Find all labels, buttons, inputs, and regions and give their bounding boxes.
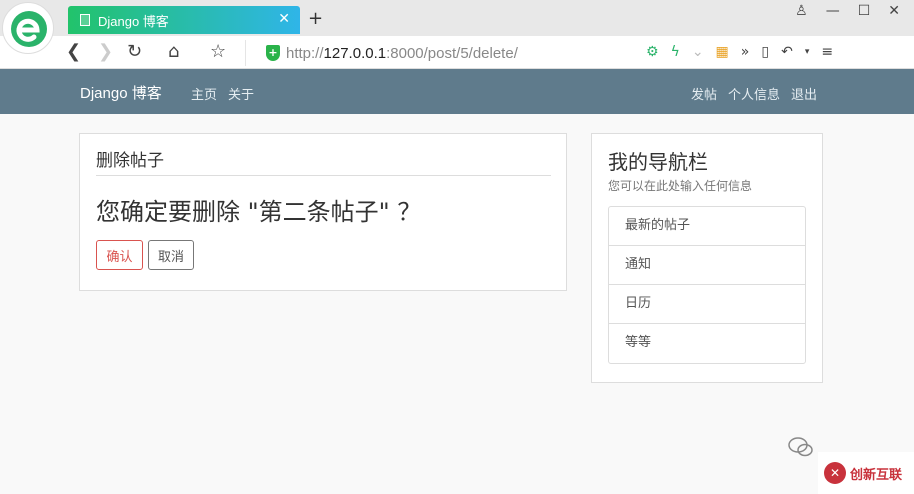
more-icon[interactable]: » [741,44,750,60]
watermark [788,436,814,458]
browser-tab[interactable]: Django 博客 ✕ [68,6,300,34]
site-navbar: Django 博客 主页 关于 发帖 个人信息 退出 [0,69,914,114]
reload-icon[interactable]: ↻ [127,42,142,62]
apps-icon[interactable]: ▦ [716,44,729,60]
nav-link-about[interactable]: 关于 [228,84,254,103]
window-controls: ♙ — ☐ ✕ [795,3,900,19]
gear-icon[interactable]: ⚙ [646,44,659,60]
confirm-button[interactable]: 确认 [96,240,143,270]
sidebar-title: 我的导航栏 [608,150,708,174]
sidebar-item-latest-posts[interactable]: 最新的帖子 [609,207,805,246]
brand-link[interactable]: Django 博客 [80,82,162,103]
address-bar[interactable]: + http://127.0.0.1:8000/post/5/delete/ [245,40,715,66]
page-title: 删除帖子 [96,146,551,176]
forward-icon[interactable]: ❯ [98,42,113,62]
new-tab-button[interactable]: + [308,8,323,29]
menu-icon[interactable]: ≡ [821,44,833,60]
sidebar-item-etc[interactable]: 等等 [609,324,805,363]
sidebar-item-notifications[interactable]: 通知 [609,246,805,285]
home-icon[interactable]: ⌂ [168,42,179,62]
nav-right: 发帖 个人信息 退出 [691,84,817,103]
star-icon[interactable]: ☆ [210,42,226,62]
toolbar-icons: ⚙ ϟ ⌄ ▦ » ▯ ↶ ▾ ≡ [646,44,833,60]
dropdown-icon[interactable]: ⌄ [692,44,704,60]
minimize-icon[interactable]: — [826,3,840,19]
watermark-logo: ✕ 创新互联 [818,452,914,494]
sidebar-subtitle: 您可以在此处输入任何信息 [608,179,753,193]
nav-link-logout[interactable]: 退出 [791,84,817,103]
sidebar-item-calendar[interactable]: 日历 [609,285,805,324]
maximize-icon[interactable]: ☐ [858,3,871,19]
sidebar-list: 最新的帖子 通知 日历 等等 [608,206,806,364]
delete-post-panel: 删除帖子 您确定要删除 "第二条帖子" ？ 确认 取消 [79,133,567,291]
wechat-icon [788,437,813,457]
sidebar-panel: 我的导航栏 您可以在此处输入任何信息 最新的帖子 通知 日历 等等 [591,133,823,383]
tab-title: Django 博客 [98,13,169,29]
back-icon[interactable]: ❮ [66,42,81,62]
url-text[interactable]: http://127.0.0.1:8000/post/5/delete/ [286,45,518,62]
reader-icon[interactable]: ▯ [761,44,769,60]
close-window-icon[interactable]: ✕ [888,3,900,19]
chevron-down-icon[interactable]: ▾ [805,47,810,57]
nav-link-new-post[interactable]: 发帖 [691,84,717,103]
nav-link-home[interactable]: 主页 [191,84,217,103]
browser-logo [2,2,54,54]
nav-link-profile[interactable]: 个人信息 [728,84,780,103]
watermark-logo-icon: ✕ [824,462,846,484]
page-icon [80,14,90,26]
lightning-icon[interactable]: ϟ [671,44,680,60]
tab-close-icon[interactable]: ✕ [278,11,290,27]
browser-toolbar: ❮ ❯ ↻ ⌂ ☆ + http://127.0.0.1:8000/post/5… [0,36,914,69]
nav-left: 主页 关于 [191,84,254,103]
browser-tab-bar: Django 博客 ✕ + ♙ — ☐ ✕ [0,0,914,36]
undo-icon[interactable]: ↶ [781,44,793,60]
confirm-question: 您确定要删除 "第二条帖子" ？ [96,198,422,226]
watermark-logo-name: 创新互联 [850,467,903,483]
cancel-button[interactable]: 取消 [148,240,194,270]
shirt-icon[interactable]: ♙ [795,3,808,19]
shield-icon: + [266,45,280,61]
